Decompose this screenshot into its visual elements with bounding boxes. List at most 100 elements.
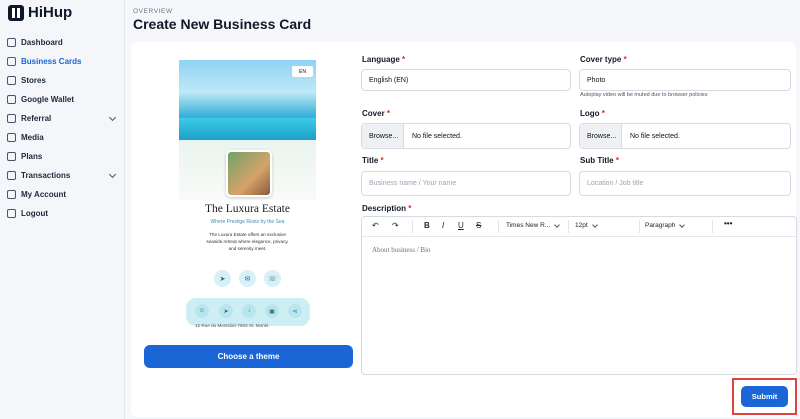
- sidebar-item-label: Stores: [21, 76, 46, 85]
- sidebar: HiHup Dashboard Business Cards Stores Go…: [0, 0, 125, 419]
- cover-file-name: No file selected.: [412, 132, 462, 140]
- toolbar-divider: [712, 220, 713, 233]
- sidebar-item-label: Media: [21, 133, 44, 142]
- store-icon: [7, 76, 16, 85]
- sidebar-item-label: Google Wallet: [21, 95, 75, 104]
- bold-icon[interactable]: B: [424, 221, 430, 230]
- required-mark: *: [623, 55, 627, 64]
- italic-icon[interactable]: I: [442, 221, 444, 230]
- toolbar-divider: [639, 220, 640, 233]
- language-label: Language *: [362, 55, 405, 64]
- logo-icon: [8, 4, 24, 21]
- title-label: Title *: [362, 156, 384, 165]
- mail-icon[interactable]: ✉: [239, 270, 256, 287]
- sidebar-item-business-cards[interactable]: Business Cards: [0, 52, 125, 71]
- link-icon: [7, 114, 16, 123]
- cover-file-input[interactable]: Browse... No file selected.: [361, 123, 571, 149]
- description-editor[interactable]: ↶ ↷ B I U S Times New R... 12pt Paragrap…: [361, 216, 797, 375]
- sidebar-item-label: Business Cards: [21, 57, 82, 66]
- cover-label: Cover *: [362, 109, 390, 118]
- strikethrough-icon[interactable]: S: [476, 221, 481, 230]
- home-icon: [7, 38, 16, 47]
- send-icon[interactable]: ➤: [219, 304, 233, 318]
- title-input[interactable]: Business name / Your name: [361, 171, 571, 196]
- description-label: Description *: [362, 204, 411, 213]
- label-text: Title: [362, 156, 379, 165]
- logo-browse-button[interactable]: Browse...: [580, 124, 622, 148]
- download-icon[interactable]: ↓: [242, 304, 256, 318]
- share-icon[interactable]: ⋖: [288, 304, 302, 318]
- sidebar-item-label: My Account: [21, 190, 67, 199]
- chevron-down-icon: [108, 113, 117, 122]
- editor-toolbar: ↶ ↷ B I U S Times New R... 12pt Paragrap…: [362, 217, 796, 237]
- sidebar-item-logout[interactable]: Logout: [0, 204, 125, 223]
- media-icon: [7, 133, 16, 142]
- preview-address: 12 Rue du Montclair 7503 St. Monts: [195, 323, 269, 328]
- sidebar-item-label: Dashboard: [21, 38, 63, 47]
- sidebar-item-dashboard[interactable]: Dashboard: [0, 33, 125, 52]
- logo-file-name: No file selected.: [630, 132, 680, 140]
- contact-icon[interactable]: ☺: [195, 304, 209, 318]
- wallet-icon: [7, 95, 16, 104]
- label-text: Language: [362, 55, 400, 64]
- toolbar-divider: [568, 220, 569, 233]
- block-format-select[interactable]: Paragraph: [645, 222, 675, 229]
- submit-button[interactable]: Submit: [741, 386, 788, 407]
- font-family-select[interactable]: Times New R...: [506, 222, 550, 229]
- card-icon: [7, 57, 16, 66]
- logout-icon: [7, 209, 16, 218]
- sidebar-nav: Dashboard Business Cards Stores Google W…: [0, 33, 125, 223]
- cover-browse-button[interactable]: Browse...: [362, 124, 404, 148]
- sidebar-item-label: Referral: [21, 114, 52, 123]
- toolbar-divider: [412, 220, 413, 233]
- subtitle-input[interactable]: Location / Job title: [579, 171, 791, 196]
- required-mark: *: [615, 156, 619, 165]
- sidebar-item-plans[interactable]: Plans: [0, 147, 125, 166]
- sidebar-item-transactions[interactable]: Transactions: [0, 166, 125, 185]
- plans-icon: [7, 152, 16, 161]
- label-text: Sub Title: [580, 156, 614, 165]
- sidebar-item-media[interactable]: Media: [0, 128, 125, 147]
- label-text: Cover: [362, 109, 385, 118]
- required-mark: *: [408, 204, 412, 213]
- preview-title: The Luxura Estate: [205, 203, 290, 215]
- redo-icon[interactable]: ↷: [392, 221, 399, 230]
- logo-image: [226, 150, 272, 197]
- font-size-select[interactable]: 12pt: [575, 222, 588, 229]
- subtitle-label: Sub Title *: [580, 156, 619, 165]
- description-placeholder: About business / Bio: [372, 246, 431, 254]
- sidebar-item-label: Transactions: [21, 171, 71, 180]
- sidebar-item-stores[interactable]: Stores: [0, 71, 125, 90]
- phone-icon[interactable]: ☏: [264, 270, 281, 287]
- sidebar-item-referral[interactable]: Referral: [0, 109, 125, 128]
- logo-label: Logo *: [580, 109, 605, 118]
- more-options-icon[interactable]: •••: [724, 219, 732, 228]
- preview-subtitle: Where Prestige Rests by the Sea: [210, 219, 285, 225]
- page-title: Create New Business Card: [133, 16, 312, 32]
- label-text: Logo: [580, 109, 600, 118]
- app-logo[interactable]: HiHup: [8, 4, 72, 21]
- choose-theme-button[interactable]: Choose a theme: [144, 345, 353, 368]
- required-mark: *: [386, 109, 391, 118]
- sidebar-item-label: Logout: [21, 209, 49, 218]
- preview-description: The Luxura Estate offers an exclusive se…: [206, 232, 289, 251]
- cover-type-label: Cover type *: [580, 55, 627, 64]
- undo-icon[interactable]: ↶: [372, 221, 379, 230]
- required-mark: *: [601, 109, 605, 118]
- required-mark: *: [380, 156, 384, 165]
- sidebar-item-google-wallet[interactable]: Google Wallet: [0, 90, 125, 109]
- transactions-icon: [7, 171, 16, 180]
- cover-type-select[interactable]: Photo: [579, 69, 791, 91]
- language-select[interactable]: English (EN): [361, 69, 571, 91]
- sidebar-item-my-account[interactable]: My Account: [0, 185, 125, 204]
- logo-file-input[interactable]: Browse... No file selected.: [579, 123, 791, 149]
- cover-type-hint: Autoplay video will be muted due to brow…: [580, 92, 708, 98]
- chevron-down-icon: [108, 170, 117, 179]
- toolbar-divider: [498, 220, 499, 233]
- navigate-icon[interactable]: ➤: [214, 270, 231, 287]
- sidebar-item-label: Plans: [21, 152, 43, 161]
- qr-icon[interactable]: ▣: [265, 304, 279, 318]
- underline-icon[interactable]: U: [458, 221, 464, 230]
- breadcrumb: OVERVIEW: [133, 8, 173, 15]
- preview-language-select[interactable]: EN: [292, 66, 313, 77]
